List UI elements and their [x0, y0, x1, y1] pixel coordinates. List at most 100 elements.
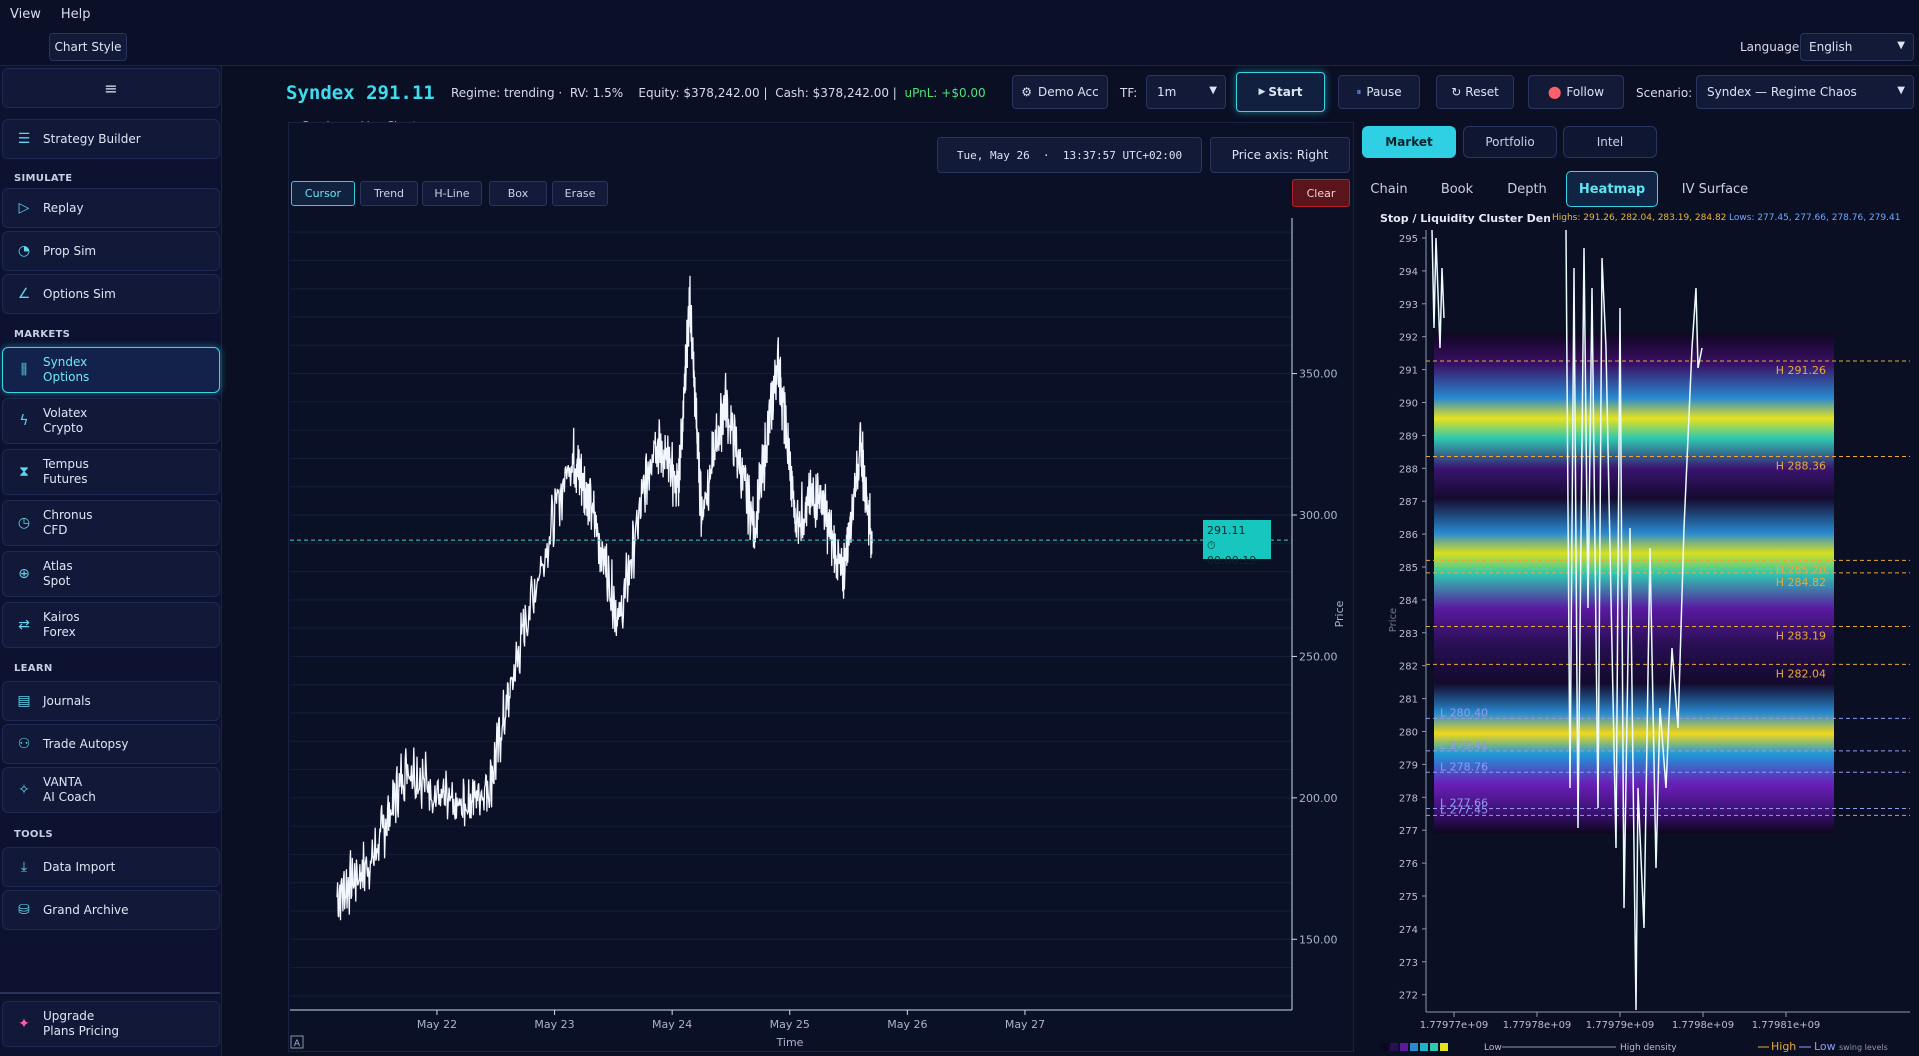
sidebar-item-upgrade[interactable]: ✦ Upgrade Plans Pricing	[2, 1001, 220, 1047]
sidebar-item-label: Tempus Futures	[43, 457, 89, 486]
demo-account-button[interactable]: ⚙ Demo Acc	[1012, 75, 1108, 109]
lightning-icon: ϟ	[19, 412, 29, 429]
sidebar-item-label: VANTA AI Coach	[43, 775, 96, 804]
menu-view[interactable]: View	[0, 7, 51, 22]
lows-text: Lows: 277.45, 277.66, 278.76, 279.41	[1729, 213, 1901, 223]
sidebar-item-vanta-ai-coach[interactable]: ✧ VANTA AI Coach	[2, 767, 220, 813]
subtab-book[interactable]: Book	[1430, 171, 1484, 207]
price-series-line	[336, 275, 873, 921]
sidebar-item-syndex-options[interactable]: ⫼ Syndex Options	[2, 347, 220, 393]
erase-tool-button[interactable]: Erase	[552, 181, 608, 206]
language-label: Language:	[1740, 40, 1804, 54]
x-tick-label: May 24	[652, 1018, 692, 1031]
rv-text: RV: 1.5%	[569, 86, 624, 100]
sidebar-item-options-sim[interactable]: ∠ Options Sim	[2, 274, 220, 314]
legend-swatch	[1440, 1043, 1448, 1051]
legend-swatch	[1430, 1043, 1438, 1051]
sidebar-item-tempus-futures[interactable]: ⧗ Tempus Futures	[2, 449, 220, 495]
sidebar-item-label: Options Sim	[43, 287, 116, 301]
clock-icon: ◷	[17, 514, 31, 531]
y-tick-label: 278	[1399, 793, 1418, 804]
section-simulate: SIMULATE	[14, 173, 73, 184]
language-value: English	[1809, 40, 1853, 54]
sidebar-item-grand-archive[interactable]: ⛁ Grand Archive	[2, 890, 220, 930]
cash-text: Cash: $378,242.00	[775, 86, 889, 100]
y-tick-label: 290	[1399, 399, 1418, 410]
follow-button[interactable]: ⬤ Follow	[1528, 75, 1624, 109]
low-level-label: L 278.76	[1440, 760, 1488, 773]
reset-button[interactable]: ↻ Reset	[1436, 75, 1514, 109]
scenario-select[interactable]: Syndex — Regime Chaos ▼	[1696, 75, 1914, 109]
sidebar-menu-button[interactable]: ≡	[2, 68, 220, 108]
y-tick-label: 280	[1399, 728, 1418, 739]
tab-portfolio[interactable]: Portfolio	[1463, 126, 1557, 158]
sidebar-item-atlas-spot[interactable]: ⊕ Atlas Spot	[2, 551, 220, 597]
menu-help[interactable]: Help	[51, 7, 101, 22]
legend-swing-levels: swing levels	[1839, 1043, 1888, 1052]
box-tool-button[interactable]: Box	[489, 181, 547, 206]
sidebar-item-prop-sim[interactable]: ◔ Prop Sim	[2, 231, 220, 271]
y-ticks: 150.00 200.00 250.00 300.00 350.00	[1292, 368, 1338, 946]
heatmap-title: Stop / Liquidity Cluster Density	[1380, 212, 1550, 225]
x-ticks: May 22 May 23 May 24 May 25 May 26 May 27	[417, 1010, 1045, 1031]
sidebar-item-data-import[interactable]: ⤓ Data Import	[2, 847, 220, 887]
sidebar-item-kairos-forex[interactable]: ⇄ Kairos Forex	[2, 602, 220, 648]
price-chart[interactable]: 150.00200.00250.00300.00350.00 May 22 May…	[288, 214, 1354, 1052]
subtab-heatmap[interactable]: Heatmap	[1566, 171, 1658, 207]
price-axis-button[interactable]: Price axis: Right	[1210, 137, 1350, 173]
sidebar-item-volatex-crypto[interactable]: ϟ Volatex Crypto	[2, 398, 220, 444]
x-tick-label: 1.77978e+09	[1503, 1020, 1572, 1031]
upnl-value: +$0.00	[941, 86, 986, 100]
sidebar-item-trade-autopsy[interactable]: ⚇ Trade Autopsy	[2, 724, 220, 764]
subtab-iv-surface[interactable]: IV Surface	[1668, 171, 1762, 207]
demo-label: Demo Acc	[1038, 85, 1099, 99]
pause-button[interactable]: ⏸ Pause	[1338, 75, 1420, 109]
y-tick-label: 274	[1399, 925, 1418, 936]
sidebar-item-label: Trade Autopsy	[43, 737, 129, 751]
angle-icon: ∠	[17, 286, 31, 302]
x-tick-label: May 26	[887, 1018, 927, 1031]
cursor-tool-button[interactable]: Cursor	[291, 181, 355, 206]
y-tick-label: 289	[1399, 431, 1418, 442]
tab-intel[interactable]: Intel	[1563, 126, 1657, 158]
subtab-depth[interactable]: Depth	[1496, 171, 1558, 207]
y-axis-label: Price	[1333, 600, 1346, 627]
sidebar: ≡ ☰ Strategy Builder SIMULATE ▷ Replay ◔…	[0, 66, 222, 1056]
y-tick-label: 350.00	[1299, 368, 1338, 381]
start-button[interactable]: ▶ Start	[1236, 72, 1325, 112]
sidebar-item-journals[interactable]: ▤ Journals	[2, 681, 220, 721]
sidebar-item-label: Prop Sim	[43, 244, 97, 258]
timeframe-select[interactable]: 1m ▼	[1146, 75, 1226, 109]
y-tick-label: 286	[1399, 530, 1418, 541]
density-heatmap	[1434, 333, 1834, 834]
x-tick-label: 1.77977e+09	[1420, 1020, 1489, 1031]
chart-style-button[interactable]: Chart Style	[49, 33, 127, 61]
hline-tool-button[interactable]: H-Line	[422, 181, 482, 206]
sidebar-item-chronus-cfd[interactable]: ◷ Chronus CFD	[2, 500, 220, 546]
highs-text: Highs: 291.26, 282.04, 283.19, 284.82	[1552, 213, 1727, 223]
legend-swatch	[1410, 1043, 1418, 1051]
sidebar-item-label: Kairos Forex	[43, 610, 80, 639]
section-learn: LEARN	[14, 663, 53, 674]
language-select[interactable]: English ▼	[1800, 33, 1914, 61]
y-tick-label: 277	[1399, 826, 1418, 837]
sidebar-item-strategy-builder[interactable]: ☰ Strategy Builder	[2, 119, 220, 159]
x-tick-label: May 23	[534, 1018, 574, 1031]
x-tick-label: 1.77979e+09	[1586, 1020, 1655, 1031]
heatmap-chart[interactable]: H 291.26 H 288.36 H 285.20H 284.82 H 283.19…	[1380, 228, 1914, 1056]
sidebar-item-label: Syndex Options	[43, 355, 90, 384]
tab-market[interactable]: Market	[1362, 126, 1456, 158]
x-tick-label: 1.77981e+09	[1752, 1020, 1821, 1031]
x-tick-label: May 25	[770, 1018, 810, 1031]
sidebar-item-replay[interactable]: ▷ Replay	[2, 188, 220, 228]
x-axis-label: Time	[776, 1036, 804, 1049]
play-icon: ▶	[1258, 87, 1266, 97]
clear-button[interactable]: Clear	[1292, 179, 1350, 207]
sidebar-divider	[0, 992, 220, 994]
low-level-label: L 277.45	[1440, 803, 1488, 816]
subtab-chain[interactable]: Chain	[1364, 171, 1414, 207]
trend-tool-button[interactable]: Trend	[360, 181, 418, 206]
datetime-display: Tue, May 26 · 13:37:57 UTC+02:00	[937, 137, 1202, 173]
pause-label: Pause	[1366, 85, 1402, 99]
last-price-value: 291.11	[1207, 524, 1246, 538]
